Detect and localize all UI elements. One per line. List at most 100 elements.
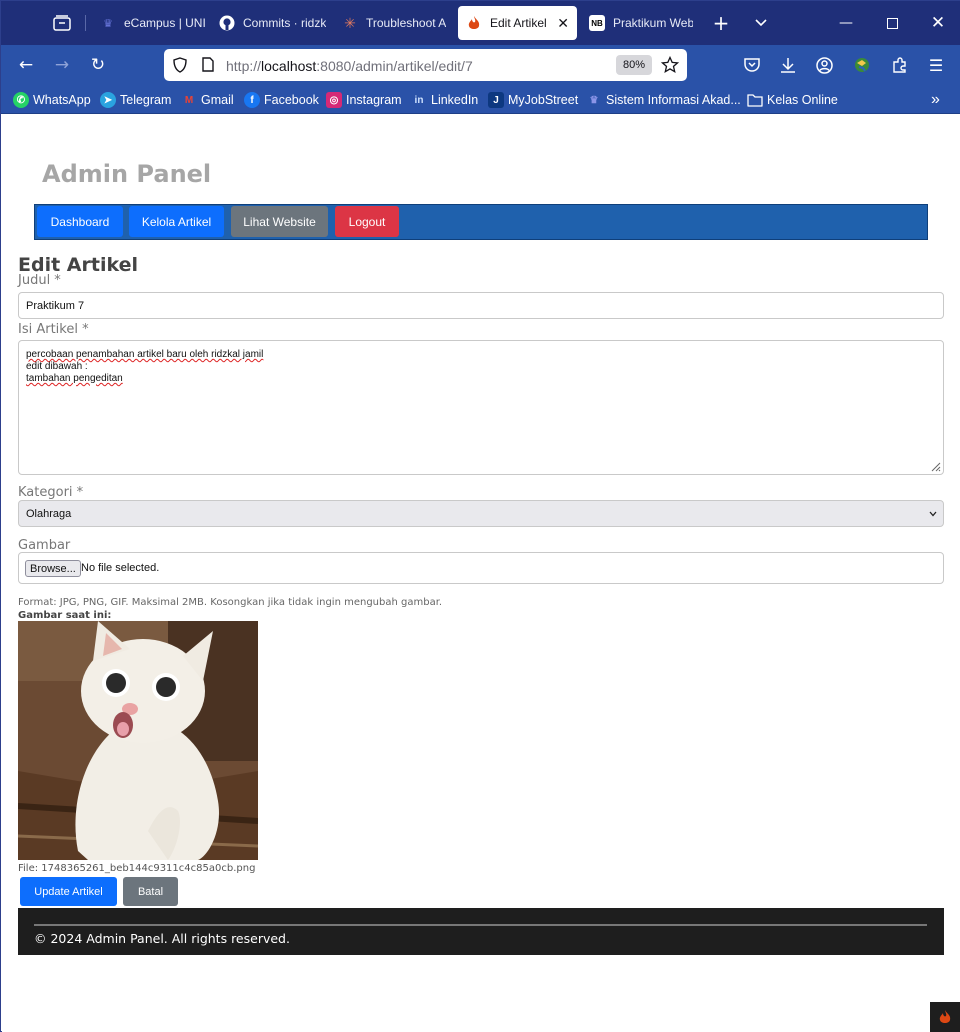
bookmark-instagram[interactable]: ◎ Instagram	[326, 91, 402, 109]
bookmark-label: LinkedIn	[431, 93, 479, 107]
bookmark-label: Sistem Informasi Akad...	[606, 93, 741, 107]
gambar-file-input[interactable]: Browse... No file selected.	[18, 552, 944, 584]
notion-icon: NB	[589, 15, 605, 31]
pocket-icon	[744, 58, 760, 72]
bookmark-label: WhatsApp	[33, 93, 91, 107]
extension-button[interactable]	[850, 53, 874, 77]
tab-praktikum-web[interactable]: NB Praktikum Web	[581, 6, 693, 40]
shield-icon	[173, 57, 187, 73]
maximize-button[interactable]	[869, 1, 915, 45]
bookmarks-overflow-button[interactable]: »	[931, 91, 940, 109]
tab-list-dropdown[interactable]	[749, 11, 773, 35]
account-button[interactable]	[812, 53, 836, 77]
url-scheme: http://	[226, 58, 262, 74]
bookmark-label: Telegram	[120, 93, 172, 107]
textarea-content: percobaan penambahan artikel baru oleh r…	[26, 349, 263, 385]
bookmark-gmail[interactable]: M Gmail	[181, 91, 234, 109]
pocket-button[interactable]	[740, 53, 764, 77]
forward-arrow-icon: →	[54, 55, 70, 75]
kategori-label: Kategori *	[18, 485, 84, 500]
tab-label: eCampus | UNI	[124, 16, 206, 30]
jobstreet-icon: J	[488, 92, 504, 108]
chevron-down-icon	[929, 511, 937, 517]
resize-grip-icon[interactable]	[929, 460, 941, 472]
bookmark-myjobstreet[interactable]: J MyJobStreet	[488, 91, 578, 109]
tab-commits[interactable]: Commits · ridzk	[211, 6, 327, 40]
kelola-artikel-button[interactable]: Kelola Artikel	[129, 206, 224, 237]
tab-strip: ♛ eCampus | UNI Commits · ridzk ✳ Troubl…	[1, 1, 960, 45]
codeigniter-icon	[466, 15, 482, 31]
forward-button[interactable]: →	[50, 53, 74, 77]
isi-artikel-textarea[interactable]: percobaan penambahan artikel baru oleh r…	[18, 340, 944, 475]
kategori-select[interactable]: Olahraga	[18, 500, 944, 527]
bookmark-telegram[interactable]: ➤ Telegram	[100, 91, 171, 109]
close-tab-icon[interactable]: ✕	[557, 15, 569, 32]
tab-overview-button[interactable]	[45, 7, 79, 39]
judul-value: Praktikum 7	[26, 300, 85, 312]
bookmark-linkedin[interactable]: in LinkedIn	[411, 91, 479, 109]
tab-ecampus[interactable]: ♛ eCampus | UNI	[92, 6, 208, 40]
textarea-line: edit dibawah :	[26, 361, 88, 372]
bookmark-facebook[interactable]: f Facebook	[244, 91, 319, 109]
tab-label: Edit Artikel	[490, 16, 547, 30]
lihat-website-button[interactable]: Lihat Website	[231, 206, 328, 237]
close-icon: ✕	[930, 13, 946, 33]
update-artikel-button[interactable]: Update Artikel	[20, 877, 117, 906]
file-status: No file selected.	[81, 562, 160, 574]
navigation-toolbar: ← → ↻ http://localhost:8080/admin/artike…	[1, 45, 960, 85]
judul-input[interactable]: Praktikum 7	[18, 292, 944, 319]
claude-icon: ✳	[344, 14, 356, 31]
hamburger-icon: ☰	[928, 55, 944, 75]
page-footer: © 2024 Admin Panel. All rights reserved.	[18, 908, 944, 955]
tab-label: Commits · ridzk	[243, 16, 327, 30]
format-hint: Format: JPG, PNG, GIF. Maksimal 2MB. Kos…	[18, 597, 443, 608]
close-window-button[interactable]: ✕	[915, 1, 960, 45]
tab-label: Troubleshoot A	[366, 16, 447, 30]
bookmark-kelas-online[interactable]: Kelas Online	[747, 91, 838, 109]
app-menu-button[interactable]: ☰	[924, 53, 948, 77]
bookmark-label: Facebook	[264, 93, 319, 107]
downloads-button[interactable]	[776, 53, 800, 77]
github-icon	[219, 15, 235, 31]
maximize-icon	[886, 17, 898, 29]
back-arrow-icon: ←	[18, 55, 34, 75]
puzzle-icon	[893, 57, 906, 73]
url-text[interactable]: http://localhost:8080/admin/artikel/edit…	[226, 58, 473, 74]
bookmark-whatsapp[interactable]: ✆ WhatsApp	[13, 91, 91, 109]
tab-overview-icon	[53, 15, 71, 31]
browse-button[interactable]: Browse...	[25, 560, 81, 577]
logout-button[interactable]: Logout	[335, 206, 399, 237]
bookmarks-toolbar: ✆ WhatsApp ➤ Telegram M Gmail f Facebook…	[1, 85, 960, 114]
instagram-icon: ◎	[326, 92, 342, 108]
judul-label: Judul *	[18, 273, 61, 288]
bookmark-label: Kelas Online	[767, 93, 838, 107]
tab-troubleshoot[interactable]: ✳ Troubleshoot A	[334, 6, 450, 40]
footer-copyright: © 2024 Admin Panel. All rights reserved.	[34, 931, 290, 946]
folder-icon	[747, 94, 763, 107]
zoom-level-badge[interactable]: 80%	[616, 55, 652, 75]
tab-edit-artikel[interactable]: Edit Artikel ✕	[458, 6, 577, 40]
new-tab-button[interactable]: +	[709, 11, 733, 35]
bookmark-star-icon[interactable]	[661, 56, 679, 74]
textarea-line: tambahan pengeditan	[26, 373, 123, 384]
extensions-menu-button[interactable]	[888, 53, 912, 77]
dashboard-button[interactable]: Dashboard	[37, 206, 123, 237]
bookmark-label: Instagram	[346, 93, 402, 107]
url-host: localhost	[261, 58, 317, 74]
bookmark-sistem-informasi[interactable]: ♛ Sistem Informasi Akad...	[586, 91, 741, 109]
bookmark-label: MyJobStreet	[508, 93, 579, 107]
linkedin-icon: in	[414, 94, 424, 106]
reload-button[interactable]: ↻	[86, 53, 110, 77]
batal-button[interactable]: Batal	[123, 877, 178, 906]
back-button[interactable]: ←	[14, 53, 38, 77]
telegram-icon: ➤	[100, 92, 116, 108]
brand-title: Admin Panel	[42, 160, 212, 188]
debug-toolbar-toggle[interactable]	[930, 1002, 960, 1032]
campus-icon: ♛	[589, 94, 599, 106]
minimize-button[interactable]: —	[823, 1, 869, 45]
gambar-label: Gambar	[18, 538, 71, 553]
browser-window: ♛ eCampus | UNI Commits · ridzk ✳ Troubl…	[0, 0, 960, 1032]
minimize-icon: —	[839, 15, 853, 31]
campus-icon: ♛	[103, 17, 113, 30]
address-bar[interactable]: http://localhost:8080/admin/artikel/edit…	[164, 49, 687, 81]
